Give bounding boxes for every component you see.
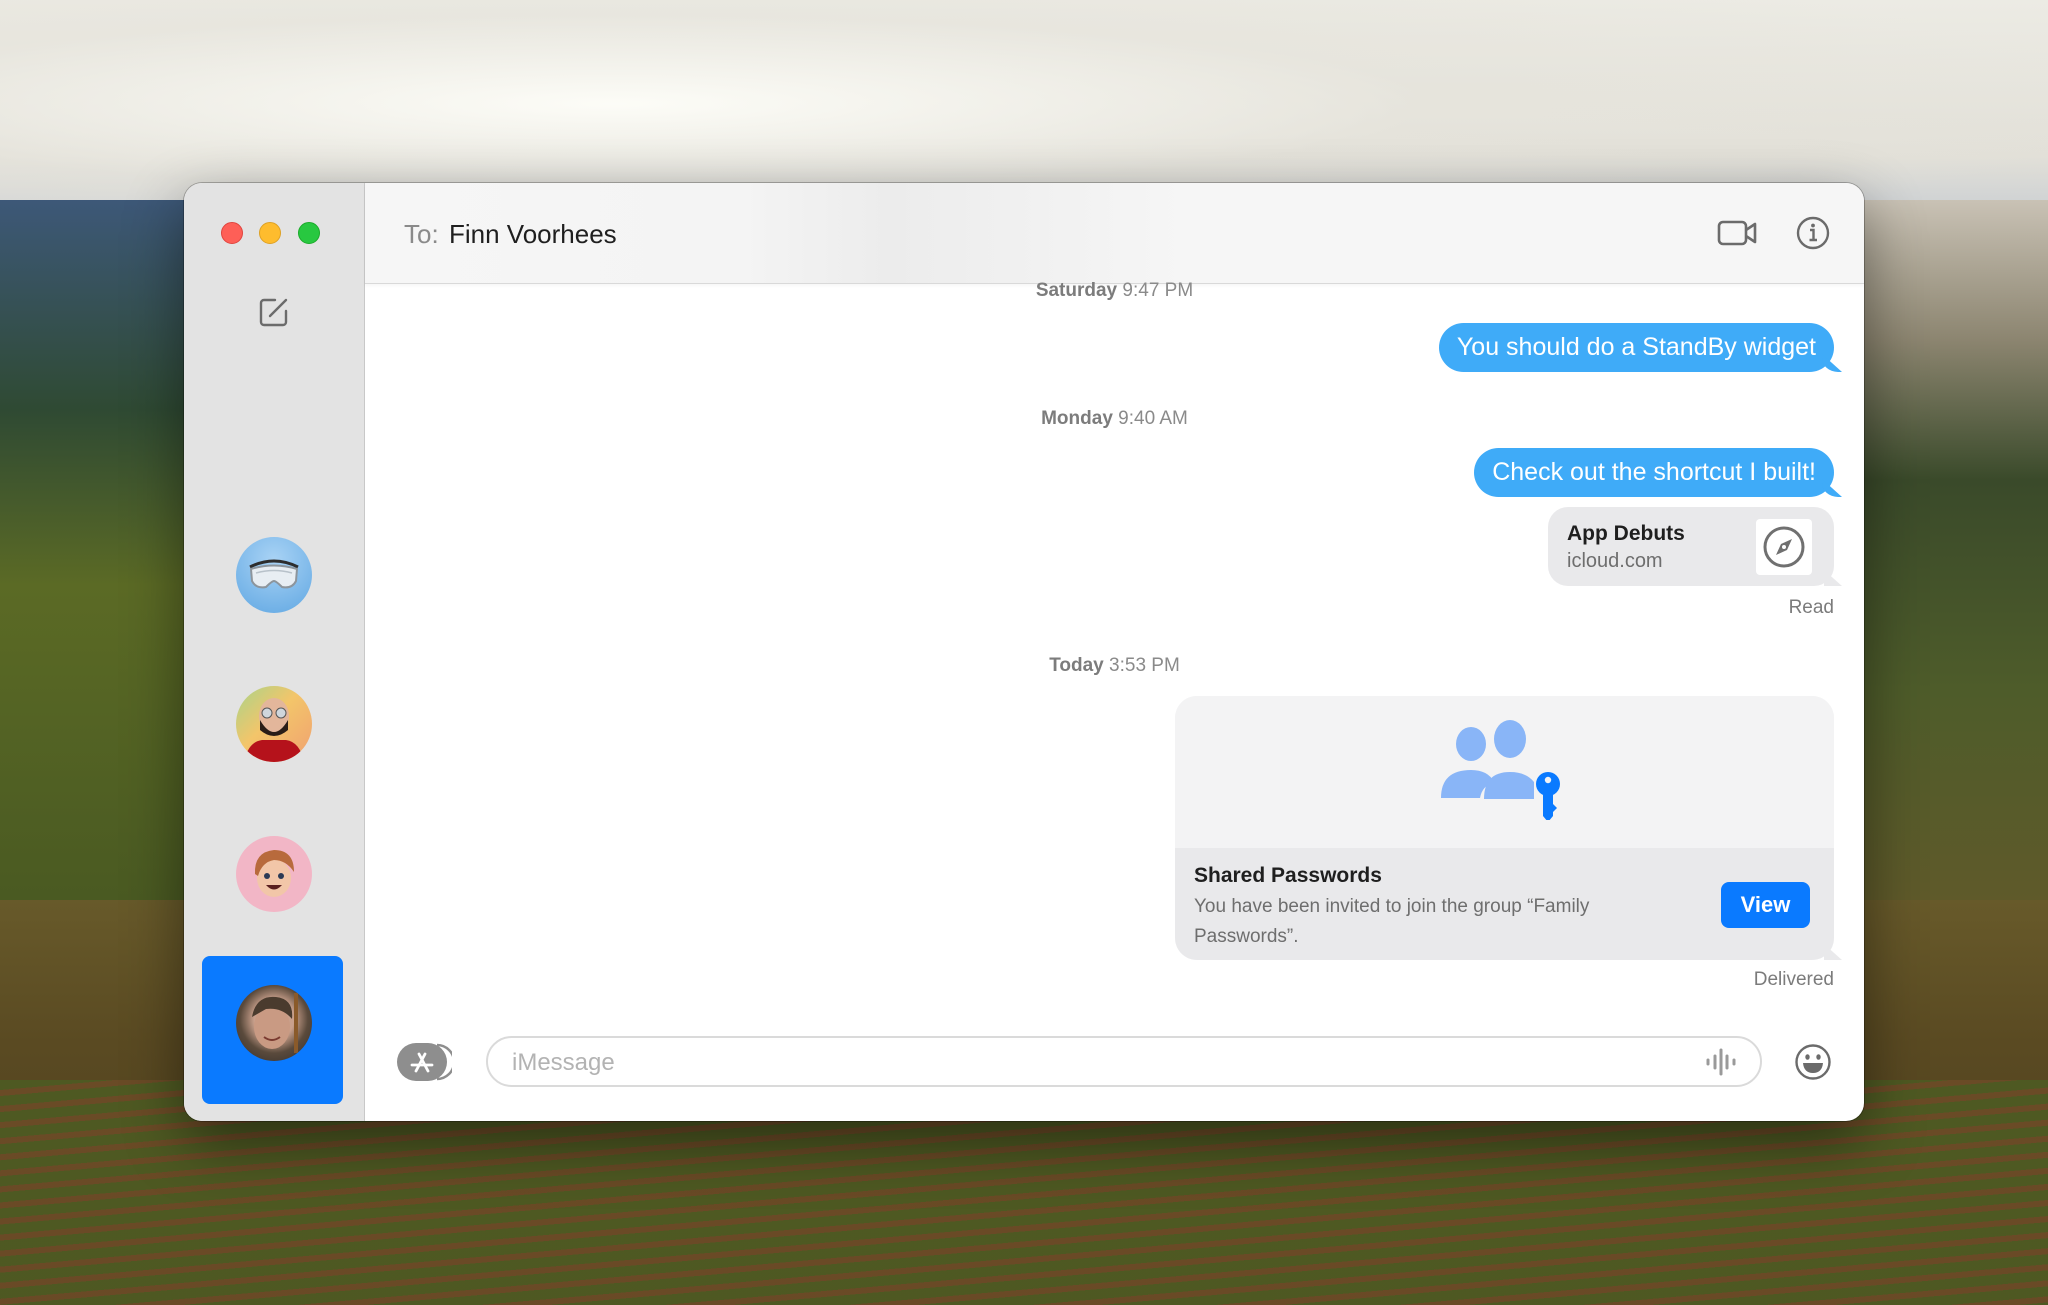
compose-button[interactable] <box>257 295 291 329</box>
conversation-item-4[interactable] <box>236 985 312 1061</box>
timestamp-time: 3:53 PM <box>1109 655 1180 676</box>
sidebar <box>184 183 365 1121</box>
video-camera-icon <box>1717 220 1757 246</box>
bubble-tail <box>1824 570 1842 586</box>
wallpaper-hills-left <box>0 200 200 900</box>
timestamp-saturday: Saturday 9:47 PM <box>365 280 1864 302</box>
view-button[interactable]: View <box>1721 882 1810 928</box>
timestamp-monday: Monday 9:40 AM <box>365 408 1864 430</box>
message-text: Check out the shortcut I built! <box>1492 458 1816 486</box>
card-info-area: Shared Passwords You have been invited t… <box>1175 848 1834 960</box>
message-text: You should do a StandBy widget <box>1456 333 1816 361</box>
emoji-icon <box>1795 1044 1831 1080</box>
conversation-item-2[interactable] <box>236 686 312 762</box>
app-store-icon <box>397 1043 456 1081</box>
to-label: To: <box>404 219 439 249</box>
memoji-woman-avatar <box>254 850 294 897</box>
emoji-button[interactable] <box>1794 1043 1832 1081</box>
sent-message-bubble[interactable]: You should do a StandBy widget <box>1438 323 1842 372</box>
bubble-tail <box>1824 944 1842 960</box>
facetime-video-button[interactable] <box>1717 213 1759 253</box>
people-with-key-icon <box>1441 720 1560 820</box>
audio-message-button[interactable] <box>1704 1048 1738 1076</box>
wallpaper-hills-right <box>1858 200 2048 900</box>
details-button[interactable] <box>1793 213 1835 253</box>
timestamp-day: Today <box>1049 655 1104 676</box>
bearded-man-sunglasses-avatar <box>244 698 304 762</box>
link-thumbnail <box>1756 519 1812 575</box>
read-receipt: Read <box>1788 597 1834 618</box>
timestamp-day: Saturday <box>1035 280 1118 301</box>
close-button[interactable] <box>221 222 243 244</box>
minimize-button[interactable] <box>259 222 281 244</box>
message-input[interactable] <box>510 1038 1664 1087</box>
card-description: You have been invited to join the group … <box>1194 896 1590 947</box>
sent-message-bubble[interactable]: Check out the shortcut I built! <box>1474 448 1842 497</box>
link-preview-bubble[interactable]: App Debuts icloud.com <box>1548 507 1842 586</box>
conversation-item-1[interactable] <box>236 537 312 613</box>
bubble-tail <box>1822 479 1842 497</box>
timestamp-time: 9:40 AM <box>1118 408 1188 429</box>
delivered-receipt: Delivered <box>1753 969 1834 990</box>
bubble-tail <box>1822 354 1842 372</box>
safari-compass-icon <box>1763 526 1805 568</box>
messages-window: To: Finn Voorhees Saturday 9:47 PM You s… <box>184 183 1864 1121</box>
link-domain: icloud.com <box>1567 550 1663 572</box>
card-image-area <box>1175 696 1834 848</box>
timestamp-day: Monday <box>1041 408 1113 429</box>
timestamp-today: Today 3:53 PM <box>365 655 1864 677</box>
timestamp-time: 9:47 PM <box>1122 280 1194 301</box>
message-input-field[interactable] <box>486 1036 1762 1087</box>
card-title: Shared Passwords <box>1194 864 1382 887</box>
conversation-header: To: Finn Voorhees <box>365 183 1864 284</box>
recipient-name[interactable]: Finn Voorhees <box>449 219 617 250</box>
apps-button[interactable] <box>397 1043 456 1081</box>
info-icon <box>1796 216 1830 250</box>
compose-icon <box>259 298 288 327</box>
shared-passwords-card[interactable]: Shared Passwords You have been invited t… <box>1175 696 1842 960</box>
smiling-boy-photo-avatar <box>252 993 298 1053</box>
link-title: App Debuts <box>1567 522 1685 545</box>
maximize-button[interactable] <box>298 222 320 244</box>
waveform-icon <box>1706 1048 1736 1076</box>
conversation-item-3[interactable] <box>236 836 312 912</box>
safety-goggles-avatar <box>249 559 299 589</box>
